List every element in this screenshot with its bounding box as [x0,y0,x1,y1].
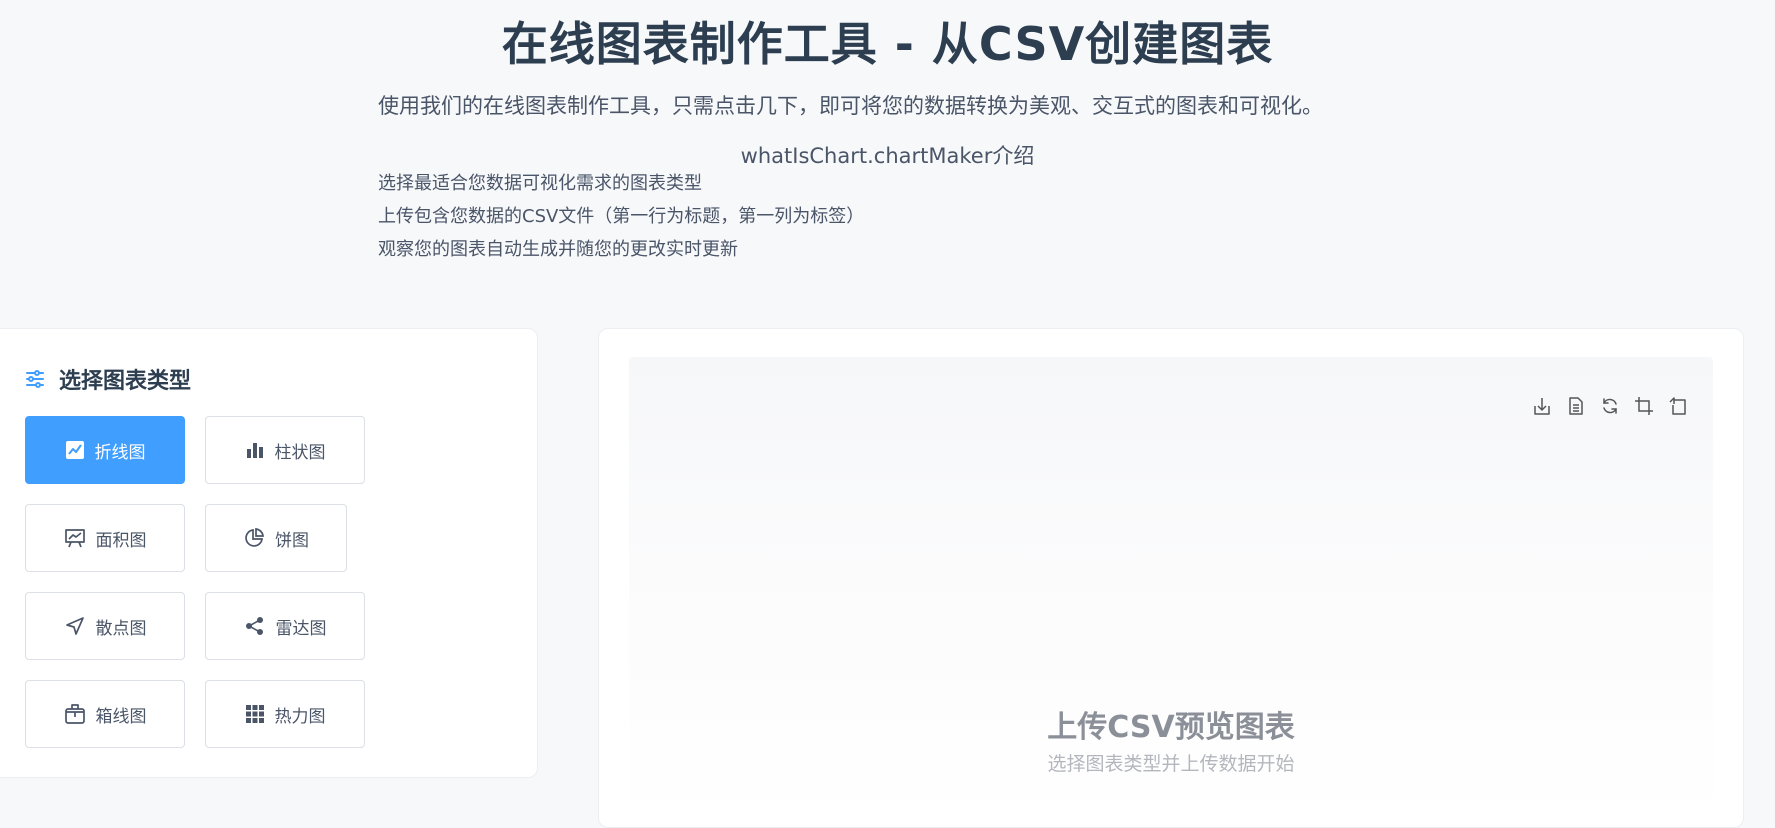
step-item: 上传包含您数据的CSV文件（第一行为标题，第一列为标签） [378,206,865,227]
chart-type-radar-button[interactable]: 雷达图 [205,592,365,660]
pie-chart-icon [243,527,265,549]
bar-chart-icon [245,440,265,460]
page-subtitle: 使用我们的在线图表制作工具，只需点击几下，即可将您的数据转换为美观、交互式的图表… [378,94,1323,118]
line-chart-icon [65,440,85,460]
chart-type-label: 面积图 [95,530,147,551]
chart-type-bar-button[interactable]: 柱状图 [205,416,365,484]
chart-type-area-button[interactable]: 面积图 [25,504,185,572]
radar-share-icon [244,615,266,637]
chart-type-label: 折线图 [94,442,146,463]
chart-type-label: 饼图 [275,530,309,551]
chart-type-label: 箱线图 [95,706,147,727]
chart-type-heatmap-button[interactable]: 热力图 [205,680,365,748]
zoom-icon[interactable] [1633,395,1655,417]
sliders-icon [25,369,45,389]
chart-toolbox [1531,395,1689,417]
heatmap-grid-icon [245,704,265,724]
chart-type-label: 柱状图 [274,442,326,463]
chart-type-scatter-button[interactable]: 散点图 [25,592,185,660]
scatter-icon [64,615,86,637]
step-item: 选择最适合您数据可视化需求的图表类型 [378,173,702,194]
boxplot-icon [64,703,86,725]
panel-header: 选择图表类型 [25,363,191,395]
save-image-icon[interactable] [1531,395,1553,417]
chart-type-label: 热力图 [274,706,326,727]
placeholder-title: 上传CSV预览图表 [1047,710,1295,745]
restore-icon[interactable] [1599,395,1621,417]
intro-heading: whatIsChart.chartMaker介绍 [740,144,1035,168]
chart-type-label: 散点图 [95,618,147,639]
chart-preview-panel: 上传CSV预览图表 选择图表类型并上传数据开始 [598,328,1744,828]
chart-type-panel: 选择图表类型 折线图 柱状图 面积图 饼图 散点图 雷达图 箱线图 热力图 [0,328,538,778]
chart-type-line-button[interactable]: 折线图 [25,416,185,484]
steps-list: 选择最适合您数据可视化需求的图表类型 上传包含您数据的CSV文件（第一行为标题，… [378,172,864,271]
panel-title: 选择图表类型 [59,369,192,394]
chart-canvas: 上传CSV预览图表 选择图表类型并上传数据开始 [629,357,1713,827]
page-title: 在线图表制作工具 - 从CSV创建图表 [501,17,1274,71]
chart-type-label: 雷达图 [275,618,327,639]
data-view-icon[interactable] [1565,395,1587,417]
step-item: 观察您的图表自动生成并随您的更改实时更新 [378,239,738,260]
placeholder-subtitle: 选择图表类型并上传数据开始 [1047,753,1295,775]
zoom-reset-icon[interactable] [1667,395,1689,417]
chart-type-boxplot-button[interactable]: 箱线图 [25,680,185,748]
area-chart-icon [64,527,86,549]
chart-type-pie-button[interactable]: 饼图 [205,504,347,572]
